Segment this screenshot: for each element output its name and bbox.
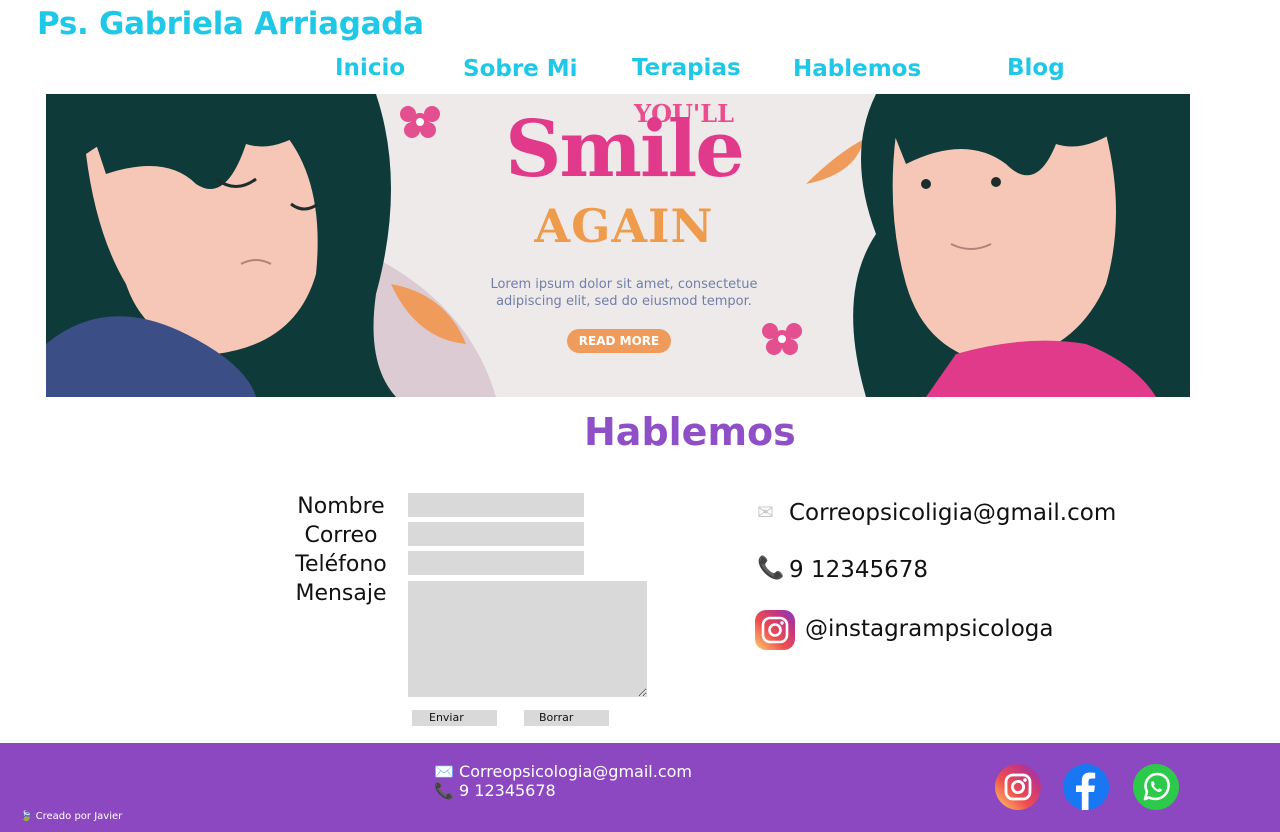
facebook-icon[interactable]: [1062, 763, 1110, 811]
banner-body: Lorem ipsum dolor sit amet, consectetue …: [490, 277, 758, 309]
phone-field[interactable]: [408, 551, 584, 575]
envelope-icon: ✉: [757, 500, 774, 524]
phone-label: Teléfono: [295, 552, 387, 577]
message-field[interactable]: [408, 581, 647, 697]
nav-sobre-mi[interactable]: Sobre Mi: [463, 56, 578, 82]
hero-banner: YOU'LL Smile AGAIN Lorem ipsum dolor sit…: [46, 94, 1190, 397]
read-more-button[interactable]: READ MORE: [567, 329, 671, 353]
contact-email[interactable]: Correopsicoligia@gmail.com: [789, 500, 1116, 526]
footer-phone-text: 9 12345678: [459, 781, 556, 800]
email-label: Correo: [304, 523, 378, 548]
nav-inicio[interactable]: Inicio: [335, 55, 405, 81]
nav-blog[interactable]: Blog: [1007, 55, 1065, 81]
instagram-icon[interactable]: [753, 610, 797, 650]
instagram-icon[interactable]: [994, 763, 1042, 811]
site-footer: ✉️ Correopsicologia@gmail.com 📞 9 123456…: [0, 743, 1280, 832]
nav-hablemos[interactable]: Hablemos: [793, 56, 921, 82]
reset-button[interactable]: Borrar: [524, 710, 609, 726]
phone-icon: 📞: [757, 556, 785, 581]
site-brand[interactable]: Ps. Gabriela Arriagada: [37, 6, 424, 42]
footer-phone[interactable]: 📞 9 12345678: [434, 781, 556, 800]
footer-email[interactable]: ✉️ Correopsicologia@gmail.com: [434, 762, 692, 781]
section-title: Hablemos: [584, 410, 796, 454]
whatsapp-icon[interactable]: [1132, 763, 1180, 811]
name-field[interactable]: [408, 493, 584, 517]
footer-credit-text: Creado por Javier: [35, 811, 123, 822]
leaf-icon: 🍃: [20, 811, 33, 822]
message-label: Mensaje: [295, 581, 387, 606]
envelope-icon: ✉️: [434, 762, 460, 781]
name-label: Nombre: [297, 494, 385, 519]
phone-icon: 📞: [434, 781, 460, 800]
contact-phone[interactable]: 9 12345678: [789, 557, 928, 583]
submit-button[interactable]: Enviar: [412, 710, 497, 726]
contact-instagram[interactable]: @instagrampsicologa: [805, 616, 1053, 642]
email-field[interactable]: [408, 522, 584, 546]
footer-credit: 🍃 Creado por Javier: [20, 811, 122, 822]
nav-terapias[interactable]: Terapias: [632, 55, 741, 81]
footer-email-text: Correopsicologia@gmail.com: [459, 762, 692, 781]
banner-subheadline: AGAIN: [534, 199, 714, 253]
banner-headline: Smile: [505, 104, 745, 195]
